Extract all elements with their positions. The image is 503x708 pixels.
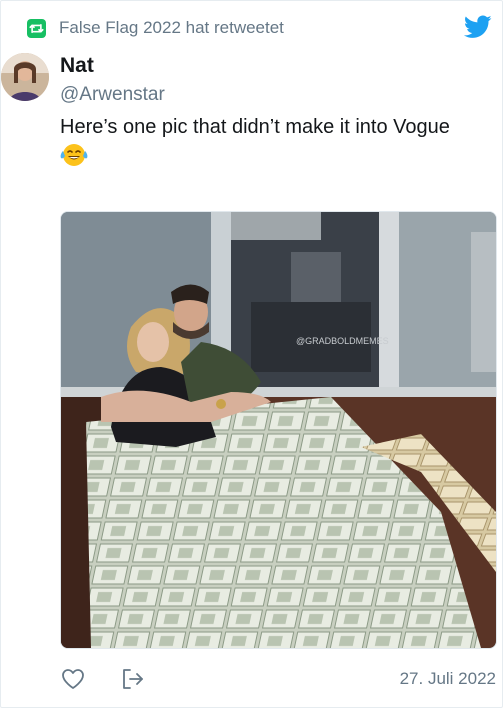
- tweet-actions: 27. Juli 2022: [60, 664, 496, 694]
- heart-icon[interactable]: [60, 666, 86, 692]
- face-with-tears-of-joy-icon: [60, 142, 88, 168]
- retweet-context[interactable]: False Flag 2022 hat retweetet: [27, 16, 284, 40]
- tweet-date[interactable]: 27. Juli 2022: [400, 669, 496, 689]
- watermark: @GRADBOLDMEMES: [296, 336, 389, 346]
- avatar[interactable]: [1, 53, 49, 101]
- retweet-label: False Flag 2022 hat retweetet: [59, 18, 284, 37]
- share-icon[interactable]: [120, 666, 146, 692]
- retweet-icon: [27, 18, 46, 38]
- tweet-photo[interactable]: @GRADBOLDMEMES: [60, 211, 497, 649]
- author-name[interactable]: Nat: [60, 54, 94, 78]
- tweet-text: Here’s one pic that didn’t make it into …: [60, 116, 450, 138]
- author-handle[interactable]: @Arwenstar: [60, 84, 165, 106]
- tweet-card[interactable]: False Flag 2022 hat retweetet Nat @Arwen…: [0, 0, 503, 708]
- twitter-bird-icon[interactable]: [463, 15, 492, 39]
